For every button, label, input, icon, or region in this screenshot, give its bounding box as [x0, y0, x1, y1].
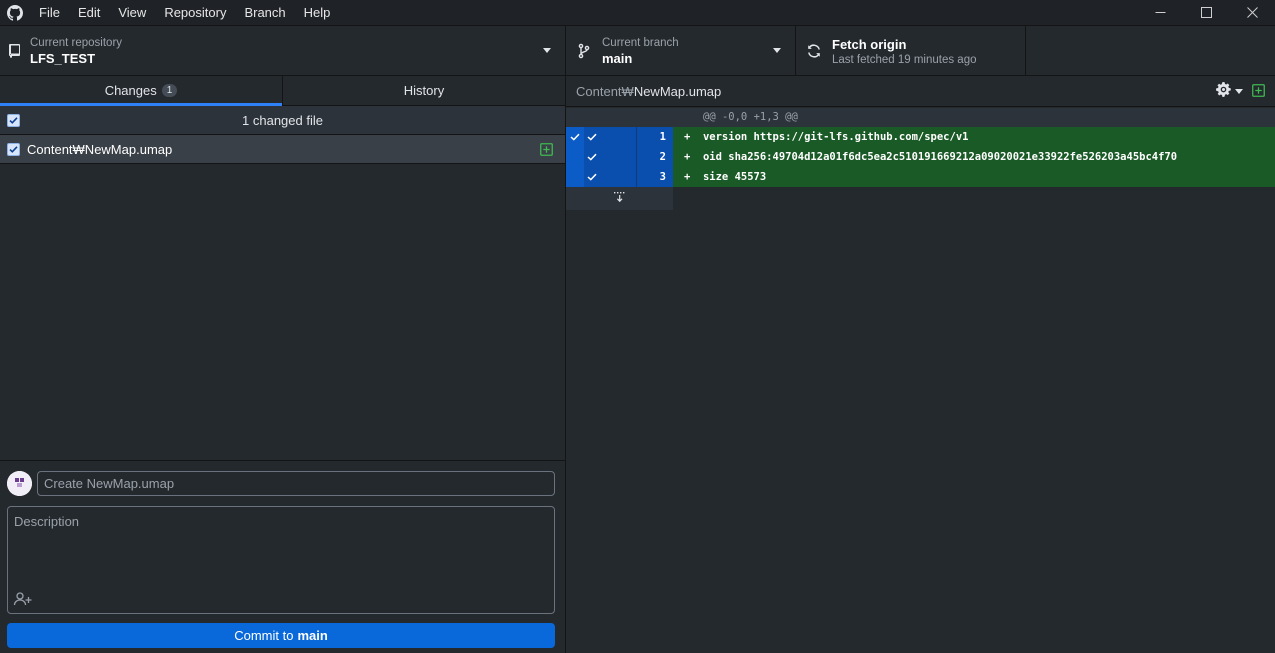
- tab-changes[interactable]: Changes 1: [0, 76, 282, 106]
- hunk-header: @@ -0,0 +1,3 @@: [673, 108, 1275, 127]
- file-name: Content₩NewMap.umap: [27, 141, 173, 157]
- repo-name: LFS_TEST: [30, 50, 96, 66]
- changes-count-badge: 1: [161, 84, 178, 97]
- repo-label: Current repository: [30, 36, 123, 49]
- diff-header: Content₩ NewMap.umap: [566, 76, 1275, 107]
- github-icon: [0, 0, 30, 25]
- description-box: [7, 506, 555, 614]
- toolbar: Current repository LFS_TEST Current bran…: [0, 25, 1275, 76]
- diff-view: @@ -0,0 +1,3 @@ 1 + version https://git-…: [566, 108, 1275, 210]
- sync-icon: [796, 43, 832, 59]
- repo-icon: [0, 43, 30, 59]
- current-repository-dropdown[interactable]: Current repository LFS_TEST: [0, 26, 566, 76]
- list-item[interactable]: Content₩NewMap.umap: [0, 135, 565, 164]
- changes-sidebar: Changes 1 History 1 changed file Content…: [0, 76, 566, 653]
- current-branch-dropdown[interactable]: Current branch main: [566, 26, 796, 76]
- line-check[interactable]: [584, 127, 636, 147]
- menu-branch[interactable]: Branch: [235, 0, 294, 25]
- title-bar: File Edit View Repository Branch Help: [0, 0, 1275, 25]
- diff-path-file: NewMap.umap: [633, 83, 722, 99]
- commit-form: Commit to main: [0, 460, 565, 653]
- tab-history-label: History: [403, 83, 445, 98]
- description-input[interactable]: [8, 507, 554, 587]
- menu-repository[interactable]: Repository: [155, 0, 235, 25]
- maximize-button[interactable]: [1183, 0, 1229, 25]
- expand-row: [566, 187, 1275, 210]
- diff-pane: Content₩ NewMap.umap @@ -0,0 +1,3 @@ 1 + …: [566, 76, 1275, 653]
- menu-file[interactable]: File: [30, 0, 69, 25]
- fetch-subtitle: Last fetched 19 minutes ago: [832, 53, 977, 66]
- tab-history[interactable]: History: [282, 76, 565, 105]
- hunk-select-handle[interactable]: [566, 167, 584, 187]
- diff-line[interactable]: 3 + size 45573: [566, 167, 1275, 187]
- chevron-down-icon: [773, 48, 781, 53]
- fetch-origin-button[interactable]: Fetch origin Last fetched 19 minutes ago: [796, 26, 1026, 76]
- menu-view[interactable]: View: [109, 0, 155, 25]
- avatar: [7, 471, 32, 496]
- expand-down-icon: [613, 191, 627, 206]
- diff-line[interactable]: 1 + version https://git-lfs.github.com/s…: [566, 127, 1275, 147]
- commit-button-prefix: Commit to: [234, 628, 294, 643]
- branch-name: main: [602, 50, 633, 66]
- file-checkbox[interactable]: [7, 142, 20, 156]
- plus-square-icon: [1252, 84, 1265, 100]
- close-button[interactable]: [1229, 0, 1275, 25]
- branch-icon: [566, 43, 602, 59]
- commit-button-branch: main: [297, 628, 328, 643]
- add-person-icon[interactable]: [13, 592, 33, 609]
- line-number: 1: [636, 127, 673, 147]
- commit-button[interactable]: Commit to main: [7, 623, 555, 648]
- diff-line[interactable]: 2 + oid sha256:49704d12a01f6dc5ea2c51019…: [566, 147, 1275, 167]
- diff-path-dir: Content₩: [576, 83, 634, 99]
- line-check[interactable]: [584, 147, 636, 167]
- line-number: 3: [636, 167, 673, 187]
- chevron-down-icon: [1235, 88, 1243, 94]
- tab-changes-label: Changes: [104, 83, 157, 98]
- menu-edit[interactable]: Edit: [69, 0, 109, 25]
- minimize-button[interactable]: [1137, 0, 1183, 25]
- line-content: + size 45573: [673, 167, 1275, 187]
- hunk-header-row: @@ -0,0 +1,3 @@: [566, 108, 1275, 127]
- hunk-gutter: [566, 108, 673, 127]
- hunk-select-handle[interactable]: [566, 147, 584, 167]
- hunk-select-handle[interactable]: [566, 127, 584, 147]
- diff-settings-button[interactable]: [1216, 82, 1243, 100]
- gear-icon: [1216, 82, 1231, 100]
- line-content: + version https://git-lfs.github.com/spe…: [673, 127, 1275, 147]
- expand-row-fill: [673, 187, 1275, 210]
- menu-help[interactable]: Help: [295, 0, 340, 25]
- line-number: 2: [636, 147, 673, 167]
- expand-down-button[interactable]: [566, 187, 673, 210]
- changed-files-count: 1 changed file: [242, 112, 323, 128]
- branch-label: Current branch: [602, 36, 679, 49]
- chevron-down-icon: [543, 48, 551, 53]
- changed-files-header: 1 changed file: [0, 106, 565, 135]
- tab-bar: Changes 1 History: [0, 76, 565, 106]
- summary-input[interactable]: [37, 471, 555, 496]
- line-check[interactable]: [584, 167, 636, 187]
- line-content: + oid sha256:49704d12a01f6dc5ea2c5101916…: [673, 147, 1275, 167]
- fetch-title: Fetch origin: [832, 36, 907, 52]
- window-controls: [1137, 0, 1275, 25]
- plus-square-icon: [540, 143, 553, 159]
